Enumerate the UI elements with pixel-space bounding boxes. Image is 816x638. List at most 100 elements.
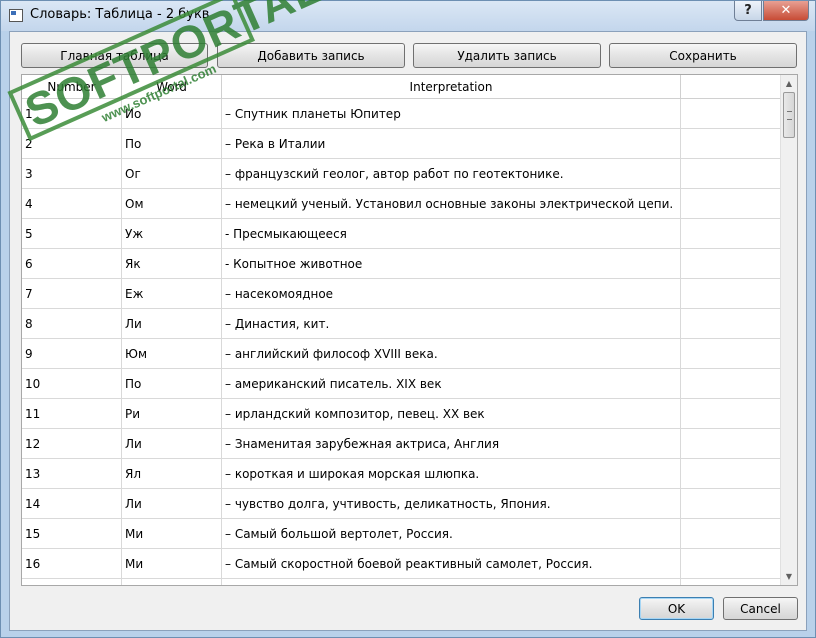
cell-empty[interactable] [681, 339, 781, 369]
cell-number[interactable]: 13 [22, 459, 122, 489]
table-row[interactable]: 13 Ял – короткая и широкая морская шлюпка. [22, 459, 781, 489]
cell-word[interactable]: Юм [122, 339, 222, 369]
add-record-button[interactable]: Добавить запись [217, 43, 405, 68]
cell-empty[interactable] [681, 99, 781, 129]
cell-number[interactable]: 14 [22, 489, 122, 519]
cell-interpretation[interactable]: – английский философ XVIII века. [222, 339, 681, 369]
cell-interpretation[interactable]: – насекомоядное [222, 279, 681, 309]
cell-empty[interactable] [681, 549, 781, 579]
delete-record-button[interactable]: Удалить запись [413, 43, 601, 68]
column-header-number[interactable]: Number [22, 75, 122, 99]
table-row[interactable]: 2 По – Река в Италии [22, 129, 781, 159]
cell-number[interactable]: 3 [22, 159, 122, 189]
cell-interpretation[interactable]: - Копытное животное [222, 249, 681, 279]
save-button[interactable]: Сохранить [609, 43, 797, 68]
cell-empty[interactable] [681, 459, 781, 489]
cell-number[interactable]: 6 [22, 249, 122, 279]
table-row[interactable]: 8 Ли – Династия, кит. [22, 309, 781, 339]
cell-empty[interactable] [681, 159, 781, 189]
cell-word[interactable]: По [122, 369, 222, 399]
scroll-down-arrow-icon[interactable]: ▼ [781, 568, 797, 585]
vertical-scrollbar[interactable]: ▲ ▼ [780, 75, 797, 585]
cell-interpretation[interactable]: – короткая и широкая морская шлюпка. [222, 459, 681, 489]
table-row[interactable]: 10 По – американский писатель. XIX век [22, 369, 781, 399]
cell-number[interactable]: 7 [22, 279, 122, 309]
cell-word[interactable]: Ли [122, 309, 222, 339]
cell-number[interactable]: 5 [22, 219, 122, 249]
cell-interpretation[interactable]: – Спутник планеты Юпитер [222, 99, 681, 129]
cell-interpretation[interactable]: – Самый большой вертолет, Россия. [222, 519, 681, 549]
cell-word[interactable]: Ли [122, 429, 222, 459]
close-button[interactable]: ✕ [763, 1, 809, 21]
cell-word[interactable]: Ли [122, 489, 222, 519]
cell-word[interactable]: Ом [122, 189, 222, 219]
table-row[interactable]: 5 Уж - Пресмыкающееся [22, 219, 781, 249]
table-row[interactable]: 7 Еж – насекомоядное [22, 279, 781, 309]
cell-interpretation[interactable]: – Река в Италии [222, 129, 681, 159]
table-row[interactable]: 6 Як - Копытное животное [22, 249, 781, 279]
cell-number[interactable]: 12 [22, 429, 122, 459]
cell-empty[interactable] [681, 489, 781, 519]
cell-interpretation[interactable]: – Династия, кит. [222, 309, 681, 339]
table-row[interactable]: 11 Ри – ирландский композитор, певец. XX в… [22, 399, 781, 429]
cell-number[interactable]: 17 [22, 579, 122, 585]
help-button[interactable]: ? [734, 1, 762, 21]
table-row[interactable]: 16 Ми – Самый скоростной боевой реактивный… [22, 549, 781, 579]
cell-empty[interactable] [681, 279, 781, 309]
cell-empty[interactable] [681, 399, 781, 429]
cell-empty[interactable] [681, 369, 781, 399]
cell-empty[interactable] [681, 129, 781, 159]
cell-number[interactable]: 11 [22, 399, 122, 429]
cell-number[interactable]: 16 [22, 549, 122, 579]
cell-word[interactable]: Ял [122, 459, 222, 489]
cell-word[interactable]: Ту [122, 579, 222, 585]
cell-interpretation[interactable]: – чувство долга, учтивость, деликатность… [222, 489, 681, 519]
cell-empty[interactable] [681, 309, 781, 339]
cell-interpretation[interactable]: – немецкий ученый. Установил основные за… [222, 189, 681, 219]
column-header-interpretation[interactable]: Interpretation [222, 75, 681, 99]
cell-empty[interactable] [681, 429, 781, 459]
cell-word[interactable]: Ри [122, 399, 222, 429]
cell-interpretation[interactable] [222, 579, 681, 585]
cell-number[interactable]: 1 [22, 99, 122, 129]
cell-word[interactable]: Ио [122, 99, 222, 129]
table-row[interactable]: 9 Юм – английский философ XVIII века. [22, 339, 781, 369]
cell-interpretation[interactable]: – ирландский композитор, певец. XX век [222, 399, 681, 429]
cell-word[interactable]: Ог [122, 159, 222, 189]
cell-word[interactable]: Еж [122, 279, 222, 309]
cancel-button[interactable]: Cancel [723, 597, 798, 620]
cell-empty[interactable] [681, 189, 781, 219]
cell-interpretation[interactable]: – Самый скоростной боевой реактивный сам… [222, 549, 681, 579]
cell-interpretation[interactable]: – американский писатель. XIX век [222, 369, 681, 399]
cell-word[interactable]: Як [122, 249, 222, 279]
title-bar[interactable]: Словарь: Таблица - 2 букв ? ✕ [1, 1, 815, 31]
cell-empty[interactable] [681, 249, 781, 279]
cell-number[interactable]: 9 [22, 339, 122, 369]
column-header-empty[interactable] [681, 75, 781, 99]
cell-empty[interactable] [681, 219, 781, 249]
cell-word[interactable]: Ми [122, 549, 222, 579]
cell-word[interactable]: Уж [122, 219, 222, 249]
scroll-up-arrow-icon[interactable]: ▲ [781, 75, 797, 92]
ok-button[interactable]: OK [639, 597, 714, 620]
cell-number[interactable]: 8 [22, 309, 122, 339]
table-row[interactable]: 14 Ли – чувство долга, учтивость, деликатн… [22, 489, 781, 519]
cell-word[interactable]: Ми [122, 519, 222, 549]
cell-empty[interactable] [681, 519, 781, 549]
cell-number[interactable]: 15 [22, 519, 122, 549]
cell-number[interactable]: 10 [22, 369, 122, 399]
cell-number[interactable]: 2 [22, 129, 122, 159]
cell-empty[interactable] [681, 579, 781, 585]
table-row[interactable]: 15 Ми – Самый большой вертолет, Россия. [22, 519, 781, 549]
dictionary-table[interactable]: Number Word Interpretation 1 Ио – Спутник … [21, 74, 798, 586]
cell-interpretation[interactable]: - Пресмыкающееся [222, 219, 681, 249]
cell-number[interactable]: 4 [22, 189, 122, 219]
cell-interpretation[interactable]: – французский геолог, автор работ по гео… [222, 159, 681, 189]
cell-interpretation[interactable]: – Знаменитая зарубежная актриса, Англия [222, 429, 681, 459]
table-row[interactable]: 3 Ог – французский геолог, автор работ по … [22, 159, 781, 189]
scrollbar-thumb[interactable] [783, 92, 795, 138]
table-row[interactable]: 1 Ио – Спутник планеты Юпитер [22, 99, 781, 129]
main-table-button[interactable]: Главная таблица [21, 43, 208, 68]
table-row[interactable]: 17Ту [22, 579, 781, 585]
table-row[interactable]: 12 Ли – Знаменитая зарубежная актриса, Анг… [22, 429, 781, 459]
